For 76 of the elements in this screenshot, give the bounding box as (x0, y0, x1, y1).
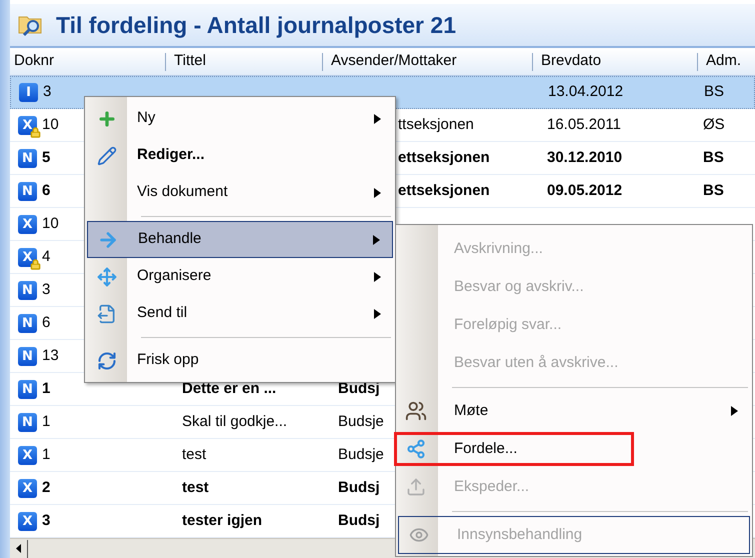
caret-icon (374, 272, 381, 282)
table-cell-text: 2 (42, 478, 50, 498)
document-type-badge: X (18, 214, 37, 234)
table-cell: 30.12.2010 (547, 148, 622, 166)
people-icon (405, 400, 427, 422)
table-cell: ettseksjonen (398, 148, 490, 166)
table-cell: Budsj (338, 380, 380, 397)
table-cell: Skal til godkje... (182, 412, 288, 430)
table-cell: ØS (703, 116, 725, 133)
document-type-badge: N (18, 346, 37, 366)
column-header[interactable]: Adm. (706, 50, 742, 73)
table-cell-text: 3 (42, 280, 50, 300)
table-cell: Budsje (338, 446, 384, 463)
menu-item[interactable]: Behandle (87, 221, 393, 258)
document-type-badge: N (18, 380, 37, 398)
column-header[interactable]: Brevdato (541, 50, 602, 73)
table-cell-text: 10 (42, 114, 59, 135)
column-header[interactable]: Avsender/Mottaker (331, 50, 457, 73)
menu-item[interactable]: Vis dokument (87, 174, 393, 211)
menu-item[interactable]: Organisere (87, 258, 393, 295)
table-cell: tester igjen (182, 512, 262, 529)
table-cell: BS (703, 148, 724, 166)
table-cell: Dette er en ... (182, 380, 276, 397)
caret-icon (373, 234, 380, 244)
table-cell: 13.04.2012 (548, 83, 624, 100)
table-cell-text: 1 (42, 412, 50, 432)
table-cell: ettseksjonen (398, 182, 490, 199)
document-type-badge: N (18, 280, 37, 300)
caret-icon (374, 188, 381, 198)
menu-item[interactable]: Frisk opp (87, 342, 393, 379)
table-cell-text: 1 (42, 378, 50, 399)
table-cell: test (182, 478, 209, 496)
document-type-badge: N (18, 314, 37, 332)
table-cell: BS (703, 182, 724, 199)
table-cell: test (182, 446, 206, 463)
arrow-left-icon (16, 544, 21, 553)
caret-icon (374, 114, 381, 124)
document-type-badge: X (18, 248, 37, 266)
table-cell-text: 6 (42, 180, 50, 201)
table-cell-text: 1 (42, 444, 50, 465)
table-cell-text: 3 (42, 510, 50, 531)
table-cell-text: 5 (42, 148, 50, 168)
document-type-badge: N (18, 412, 37, 432)
table-cell-text: 4 (42, 246, 50, 267)
refresh-icon (97, 350, 117, 370)
move-icon (97, 266, 117, 286)
table-cell: 09.05.2012 (547, 182, 622, 199)
document-arrow-icon (97, 304, 117, 324)
table-cell: BS (704, 83, 724, 100)
table-cell: 16.05.2011 (547, 116, 621, 133)
table-cell-text: 6 (42, 312, 50, 333)
column-header[interactable]: Tittel (174, 50, 206, 73)
document-type-badge: X (18, 512, 37, 530)
table-cell: ttseksjonen (398, 116, 474, 133)
document-type-badge: N (18, 182, 37, 200)
share-icon (406, 439, 426, 459)
menu-item[interactable]: Send til (87, 295, 393, 332)
table-cell-text: 10 (42, 214, 59, 234)
table-cell: Budsje (338, 412, 384, 430)
table-cell: Budsj (338, 478, 380, 496)
column-header[interactable]: Doknr (14, 50, 54, 73)
caret-icon (374, 308, 381, 318)
menu-item[interactable]: Rediger... (87, 137, 393, 174)
pencil-icon (97, 146, 117, 166)
table-cell: Budsj (338, 512, 380, 529)
document-type-badge: N (18, 148, 37, 168)
plus-icon (97, 108, 117, 128)
table-cell-text: 13 (42, 346, 59, 366)
window-title: Til fordeling - Antall journalposter 21 (56, 10, 456, 40)
caret-icon (731, 406, 738, 416)
table-cell-text: 3 (43, 82, 52, 102)
upload-icon (406, 477, 426, 497)
document-type-badge: X (18, 478, 37, 498)
document-type-badge: X (18, 116, 37, 134)
document-type-badge: X (18, 446, 37, 464)
document-type-badge: I (19, 83, 38, 102)
